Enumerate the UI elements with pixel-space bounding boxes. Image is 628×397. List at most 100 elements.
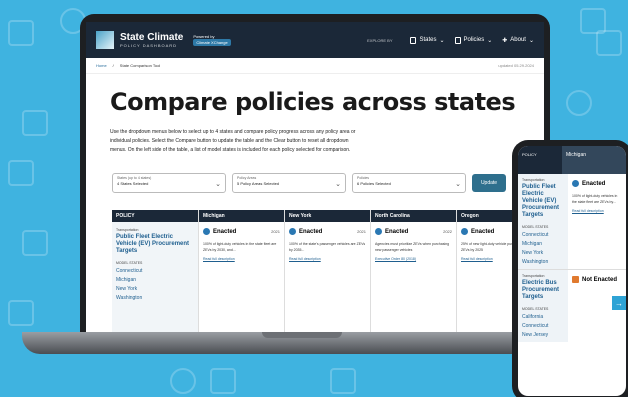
phone-frame: POLICY Michigan Transportation Public Fl…: [512, 140, 628, 397]
state-column: North Carolina Enacted 2022 Agencies must…: [370, 210, 456, 332]
phone-policy-title[interactable]: Electric Bus Procurement Targets: [522, 280, 564, 301]
phone-policy-area: Transportation: [522, 178, 545, 182]
intro-text: Use the dropdown menus below to select u…: [110, 129, 356, 153]
policy-header: POLICY: [112, 210, 198, 222]
phone-model-state-link[interactable]: California: [522, 314, 564, 320]
compare-controls: States (up to 4 states) 4 States Selecte…: [86, 155, 544, 193]
phone-policy-description: 100% of light-duty vehicles in the state…: [572, 194, 618, 204]
phone-status-text: Enacted: [582, 180, 606, 187]
nav-policies[interactable]: Policies ⌄: [454, 36, 493, 44]
laptop-screen: State Climate POLICY DASHBOARD Powered b…: [86, 22, 544, 332]
state-column: New York Enacted 2021 100% of the state's…: [284, 210, 370, 332]
status-year: 2021: [271, 229, 280, 234]
policy-title[interactable]: Public Fleet Electric Vehicle (EV) Procu…: [116, 234, 194, 255]
document-icon: [454, 36, 461, 44]
nav-about[interactable]: ✚ About ⌄: [502, 37, 534, 44]
explore-label: EXPLORE BY: [367, 37, 393, 43]
check-icon: [572, 180, 579, 187]
policy-areas-label: Policy Areas: [237, 176, 257, 180]
building-icon: [8, 160, 34, 186]
phone-model-state-link[interactable]: Connecticut: [522, 232, 564, 238]
powered-by: Powered by Climate XChange: [193, 34, 231, 46]
status-text: Enacted: [299, 228, 323, 235]
chevron-down-icon: ⌄: [487, 37, 493, 44]
phone-model-state-link[interactable]: Connecticut: [522, 323, 564, 329]
policy-column: POLICY Transportation Public Fleet Elect…: [112, 210, 198, 332]
phone-status-text: Not Enacted: [582, 276, 618, 283]
breadcrumb-home[interactable]: Home: [96, 63, 107, 68]
chevron-down-icon: ⌄: [528, 37, 534, 44]
logo-icon: [96, 31, 114, 49]
update-button[interactable]: Update: [472, 174, 506, 192]
brand[interactable]: State Climate POLICY DASHBOARD: [120, 31, 184, 48]
nav-states[interactable]: States ⌄: [410, 36, 445, 44]
check-icon: [461, 228, 468, 235]
status-badge: Enacted 2021: [285, 222, 370, 235]
check-icon: [203, 228, 210, 235]
phone-model-state-link[interactable]: New Jersey: [522, 332, 564, 338]
building-icon: [210, 368, 236, 394]
phone-screen: POLICY Michigan Transportation Public Fl…: [518, 146, 626, 396]
state-header: Michigan: [199, 210, 284, 222]
brand-title: State Climate: [120, 31, 184, 43]
powered-badge[interactable]: Climate XChange: [193, 39, 231, 46]
policy-areas-select[interactable]: Policy Areas 5 Policy Areas Selected ⌄: [232, 173, 346, 193]
circle-icon: [566, 90, 592, 116]
model-state-link[interactable]: New York: [116, 286, 194, 292]
policy-area: Transportation: [116, 228, 139, 232]
document-icon: [330, 368, 356, 394]
policy-description: Agencies must prioritize ZEVs when purch…: [375, 242, 450, 252]
read-more-link[interactable]: Read full description: [199, 253, 284, 261]
state-header: North Carolina: [371, 210, 456, 222]
model-state-link[interactable]: Washington: [116, 295, 194, 301]
phone-policy-header: POLICY: [518, 146, 562, 174]
laptop-notch: [262, 332, 342, 338]
brand-subtitle: POLICY DASHBOARD: [120, 42, 178, 48]
document-icon: [22, 230, 48, 256]
states-select-label: States (up to 4 states): [117, 176, 152, 180]
status-text: Enacted: [385, 228, 409, 235]
building-icon: [8, 20, 34, 46]
policies-select[interactable]: Policies 6 Policies Selected ⌄: [352, 173, 466, 193]
chevron-down-icon: ⌄: [439, 37, 445, 44]
breadcrumb-separator: /: [112, 63, 114, 68]
status-text: Enacted: [213, 228, 237, 235]
phone-model-states-label: MODEL STATES: [522, 225, 549, 229]
laptop-frame: State Climate POLICY DASHBOARD Powered b…: [80, 14, 550, 332]
breadcrumb-current: State Comparison Tool: [119, 63, 161, 68]
model-state-link[interactable]: Connecticut: [116, 268, 194, 274]
nav-about-label: About: [510, 37, 526, 43]
phone-status-badge: Enacted: [572, 178, 622, 187]
chevron-down-icon: ⌄: [335, 181, 341, 188]
policy-description: 100% of light-duty vehicles in the state…: [203, 242, 277, 252]
updated-date: updated 05.29.2024: [498, 63, 534, 68]
status-year: 2022: [443, 229, 452, 234]
phone-model-states-label: MODEL STATES: [522, 307, 549, 311]
status-text: Enacted: [471, 228, 495, 235]
nav-policies-label: Policies: [463, 37, 485, 43]
scroll-right-button[interactable]: →: [612, 296, 626, 310]
phone-row: Transportation Public Fleet Electric Veh…: [518, 174, 626, 269]
phone-model-state-link[interactable]: Michigan: [522, 241, 564, 247]
phone-policy-area: Transportation: [522, 274, 545, 278]
flag-icon: [410, 36, 417, 44]
read-more-link[interactable]: Executive Order 80 (2018): [371, 253, 456, 261]
check-icon: [289, 228, 296, 235]
phone-model-state-link[interactable]: Washington: [522, 259, 564, 265]
phone-status-badge: Not Enacted: [572, 274, 622, 283]
phone-policy-title[interactable]: Public Fleet Electric Vehicle (EV) Procu…: [522, 184, 564, 219]
states-select[interactable]: States (up to 4 states) 4 States Selecte…: [112, 173, 226, 193]
not-enacted-icon: [572, 276, 579, 283]
model-states-label: MODEL STATES: [116, 261, 143, 265]
chevron-down-icon: ⌄: [215, 181, 221, 188]
phone-model-state-link[interactable]: New York: [522, 250, 564, 256]
read-more-link[interactable]: Read full description: [285, 253, 370, 261]
state-column: Michigan Enacted 2021 100% of light-duty …: [198, 210, 284, 332]
phone-state-header: Michigan: [562, 146, 626, 174]
chevron-down-icon: ⌄: [455, 181, 461, 188]
powered-label: Powered by: [193, 34, 215, 39]
building-icon: [580, 8, 606, 34]
phone-read-more-link[interactable]: Read full description: [572, 205, 622, 213]
comparison-table: POLICY Transportation Public Fleet Elect…: [112, 210, 544, 332]
model-state-link[interactable]: Michigan: [116, 277, 194, 283]
